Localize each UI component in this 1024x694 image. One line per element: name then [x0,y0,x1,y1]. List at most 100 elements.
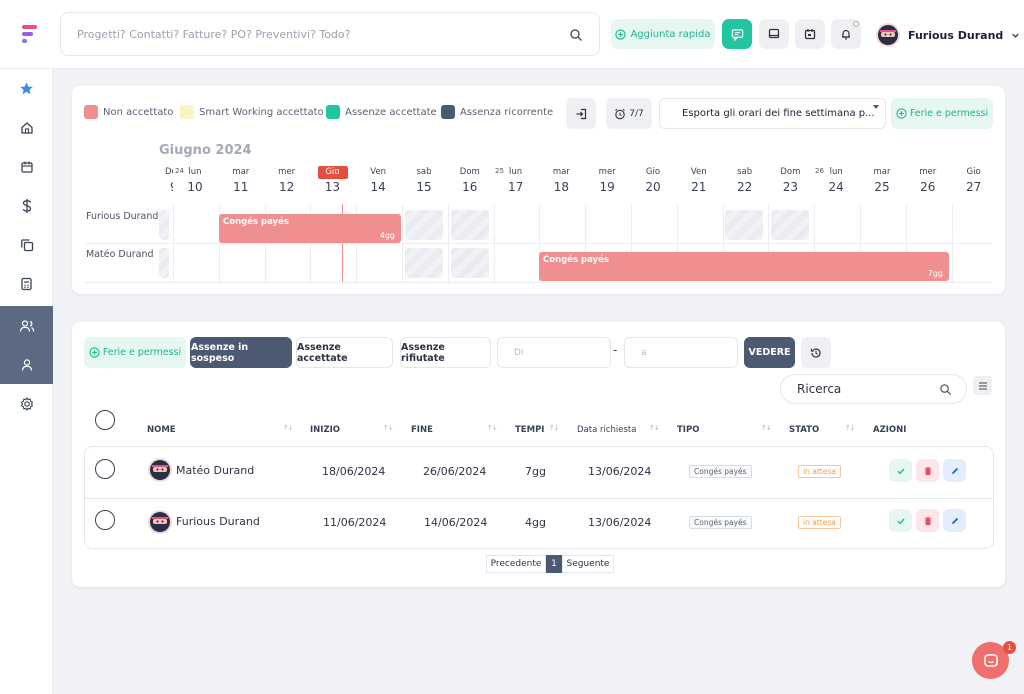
calendar-icon [804,29,816,40]
search-icon[interactable] [569,28,583,42]
row-checkbox[interactable] [95,459,115,479]
sidebar-item-profile[interactable] [0,345,53,384]
quick-add-label: Aggiunta rapida [630,28,711,40]
edit-button[interactable] [943,509,966,532]
messages-button[interactable] [722,19,752,49]
delete-button[interactable] [916,509,939,532]
app-logo[interactable] [20,24,40,44]
sort-arrows-icon[interactable]: ↑↓ [283,424,294,432]
delete-button[interactable] [916,459,939,482]
leave-permits-button[interactable]: Ferie e permessi [891,98,993,129]
type-tag: Congés payés [689,465,752,478]
row-divider [85,498,993,499]
column-header-nome[interactable]: NOME [147,425,176,435]
tab-label: Assenze in sospeso [191,341,249,364]
sidebar-item-accounting[interactable] [0,264,53,303]
sidebar-item-team[interactable] [0,306,53,345]
sort-arrows-icon[interactable]: ↑↓ [383,424,394,432]
sort-arrows-icon[interactable]: ↑↓ [845,424,856,432]
week-view-button[interactable]: 7/7 [606,98,652,129]
date-to-field[interactable]: a [624,337,738,368]
reset-button[interactable] [801,337,831,368]
day-number: 12 [278,180,295,194]
message-icon [731,28,743,41]
gear-icon [20,396,33,411]
search-input[interactable] [77,13,557,55]
calendar-event[interactable]: Congés payés 7gg [539,252,949,281]
view-label: 7/7 [629,108,644,119]
day-name: Gio [645,167,661,177]
tab-label: Assenze accettate [297,341,348,364]
sidebar-item-calendar[interactable] [0,147,53,186]
tablet-button[interactable] [759,19,789,49]
weekend-cell [771,210,809,240]
status-badge: in attesa [798,465,841,478]
pagination-page[interactable]: 1 [546,555,562,573]
day-name: sab [737,167,753,177]
row-start-date: 11/06/2024 [323,516,387,529]
day-name: Gio [966,167,981,177]
chat-icon [983,653,998,667]
sort-arrows-icon[interactable]: ↑↓ [549,424,560,432]
calendar-event[interactable]: Congés payés 4gg [219,214,401,243]
sidebar-item-favorites[interactable] [0,69,53,108]
row-checkbox[interactable] [95,510,115,530]
ninja-avatar-icon [150,512,170,532]
event-duration: 4gg [379,231,395,240]
sidebar-item-finance[interactable] [0,186,53,225]
row-name: Matéo Durand [176,464,255,477]
column-header-tempi[interactable]: TEMPI [515,425,544,435]
calendar-button[interactable] [795,19,825,49]
sort-arrows-icon[interactable]: ↑↓ [761,424,772,432]
edit-button[interactable] [943,459,966,482]
home-icon [20,121,33,134]
sidebar-item-home[interactable] [0,108,53,147]
sidebar [0,69,53,694]
quick-add-button[interactable]: Aggiunta rapida [611,19,715,49]
table-search-field[interactable]: Ricerca [780,374,967,404]
tab-pending[interactable]: Assenze in sospeso [190,337,292,368]
column-header-fine[interactable]: FINE [411,425,433,435]
sort-arrows-icon[interactable]: ↑↓ [487,424,498,432]
weekend-cell [159,248,169,278]
row-divider [84,243,992,244]
global-search[interactable] [60,12,600,56]
pagination-previous[interactable]: Precedente [486,555,546,573]
tab-rejected[interactable]: Assenze rifiutate [400,337,491,368]
login-icon [576,108,587,119]
login-button[interactable] [566,98,596,129]
column-header-stato[interactable]: STATO [789,425,819,435]
user-name: Furious Durand [908,28,1004,42]
columns-menu-button[interactable] [973,376,992,395]
chevron-down-icon[interactable] [1011,31,1020,40]
sort-arrows-icon[interactable]: ↑↓ [649,424,660,432]
export-weekend-select[interactable]: Esporta gli orari dei fine settimana p..… [659,98,886,129]
approve-button[interactable] [889,509,912,532]
sidebar-item-settings[interactable] [0,384,53,423]
legend-smart-working: Smart Working accettato [180,104,324,120]
column-header-tipo[interactable]: TIPO [677,425,699,435]
search-icon[interactable] [939,383,952,396]
tablet-icon [768,28,780,39]
column-header-data-richiesta[interactable]: Data richiesta [577,425,636,435]
user-icon [21,358,32,371]
dollar-icon [22,198,31,213]
view-button[interactable]: VEDERE [744,337,795,368]
list-icon [978,381,987,390]
plus-circle-icon [89,347,100,358]
pagination-next[interactable]: Seguente [562,555,614,573]
absences-table-body [84,446,994,549]
star-icon [20,82,33,95]
tab-accepted[interactable]: Assenze accettate [296,337,393,368]
column-header-inizio[interactable]: INIZIO [310,425,340,435]
legend-assenza-ricorrente: Assenza ricorrente [441,104,553,120]
day-number: 15 [416,180,432,194]
approve-button[interactable] [889,459,912,482]
user-menu[interactable]: Furious Durand [876,22,1020,48]
date-from-field[interactable]: Di [497,337,611,368]
day-number: 20 [645,180,661,194]
tab-ferie-permessi[interactable]: Ferie e permessi [84,337,186,368]
sidebar-item-documents[interactable] [0,225,53,264]
select-all-checkbox[interactable] [95,410,115,430]
notifications-button[interactable] [831,19,861,49]
